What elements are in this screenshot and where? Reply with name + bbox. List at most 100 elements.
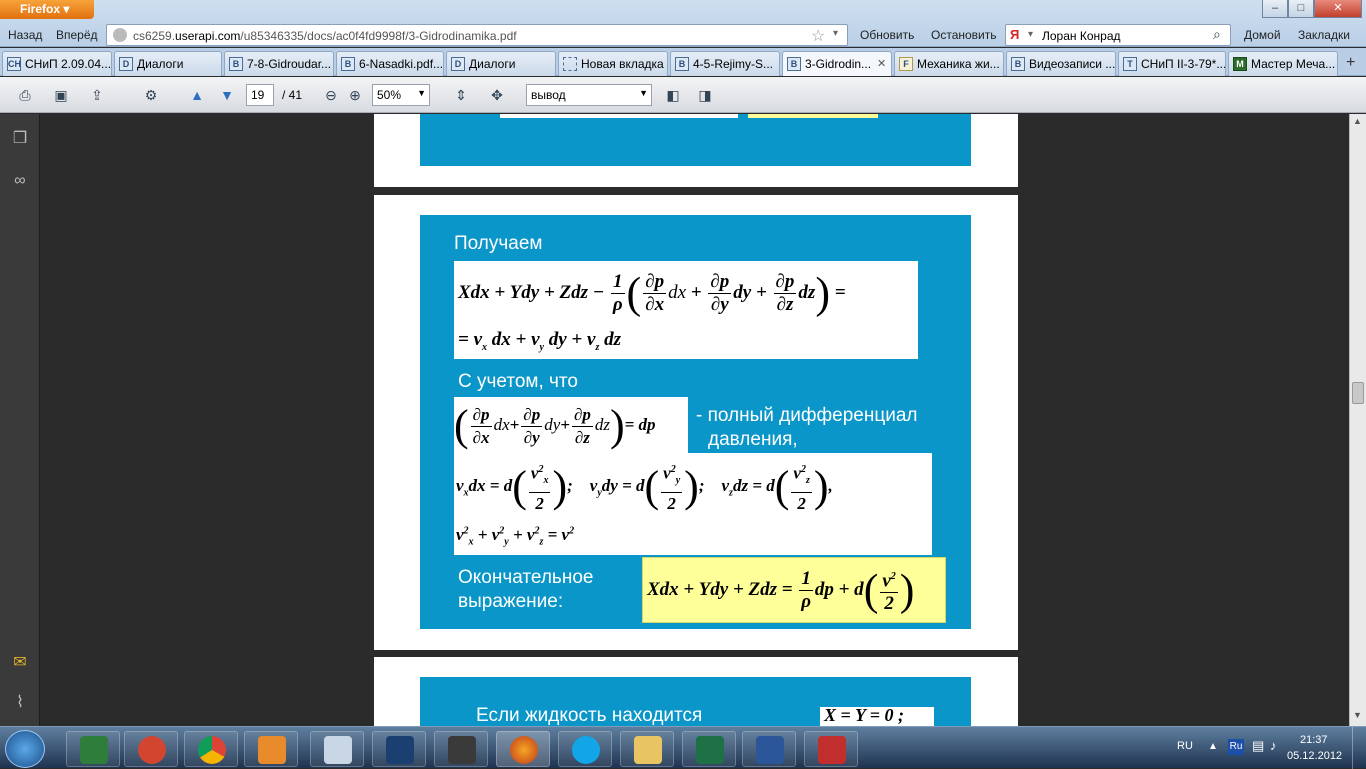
- scroll-up-arrow-icon[interactable]: ▲: [1353, 116, 1362, 126]
- tab-dialogs-1[interactable]: D Диалоги: [114, 51, 222, 76]
- search-engine-dropdown-icon[interactable]: ▾: [1028, 29, 1033, 40]
- close-window-button[interactable]: ✕: [1314, 0, 1362, 18]
- taskbar-app-calculator[interactable]: [310, 731, 364, 767]
- clock-date[interactable]: 05.12.2012: [1287, 750, 1342, 762]
- tab-rejimy[interactable]: B 4-5-Rejimy-S...: [670, 51, 780, 76]
- search-box[interactable]: Я ▾ Лоран Конрад ⌕: [1005, 24, 1231, 46]
- taskbar-app-player[interactable]: [244, 731, 298, 767]
- firefox-menu-button[interactable]: Firefox ▾: [0, 0, 94, 19]
- tab-snip-2[interactable]: СН СНиП 2.09.04...: [2, 51, 112, 76]
- network-icon[interactable]: ▤: [1252, 738, 1264, 754]
- superscript: 2: [534, 525, 540, 537]
- taskbar-app-skype[interactable]: [558, 731, 612, 767]
- tab-close-icon[interactable]: ✕: [877, 57, 886, 70]
- tab-new-tab[interactable]: Новая вкладка: [558, 51, 668, 76]
- attachment-paperclip-icon[interactable]: ⌇: [10, 692, 30, 712]
- plus-sign: +: [690, 282, 702, 303]
- tab-gidroudar[interactable]: B 7-8-Gidroudar...: [224, 51, 334, 76]
- fit-width-icon[interactable]: ⇕: [450, 85, 472, 105]
- home-button[interactable]: Домой: [1244, 28, 1281, 42]
- site-identity-icon[interactable]: [113, 28, 127, 42]
- superscript: 2: [538, 464, 544, 475]
- clock-time[interactable]: 21:37: [1300, 734, 1328, 746]
- taskbar-app-ccleaner[interactable]: [124, 731, 178, 767]
- partial-p-x: ∂p ∂x: [643, 271, 667, 316]
- tab-favicon: B: [675, 57, 689, 71]
- page-down-arrow-icon[interactable]: ▼: [216, 85, 238, 105]
- tab-label: Диалоги: [137, 57, 184, 71]
- velocity-magnitude-formula: v2x + v2y + v2z = v2: [456, 525, 574, 547]
- tab-snip-ii[interactable]: T СНиП II-3-79*...: [1118, 51, 1226, 76]
- search-icon[interactable]: ⌕: [1213, 26, 1221, 43]
- taskbar-app-explorer[interactable]: [620, 731, 674, 767]
- keyboard-layout-icon[interactable]: Ru: [1228, 739, 1244, 755]
- comments-icon[interactable]: ✉: [10, 652, 30, 672]
- plus-sign: +: [560, 415, 570, 434]
- fit-page-icon[interactable]: ✥: [486, 85, 508, 105]
- url-bar[interactable]: cs6259.userapi.com/u85346335/docs/ac0f4f…: [106, 24, 848, 46]
- page-number-input[interactable]: 19: [246, 84, 274, 106]
- formula-part: + v: [512, 525, 535, 544]
- formula-euler-integration: Xdx + Ydy + Zdz − 1 ρ(∂p ∂x dx + ∂p ∂y dy + ∂…: [454, 261, 918, 359]
- superscript: 2: [670, 464, 676, 475]
- minimize-button[interactable]: –: [1262, 0, 1288, 18]
- scrollbar-thumb[interactable]: [1352, 382, 1364, 404]
- chrome-icon: [198, 736, 226, 764]
- tab-master-mecha[interactable]: M Мастер Меча...: [1228, 51, 1338, 76]
- slide-main: Получаем Xdx + Ydy + Zdz − 1 ρ(∂p ∂x dx + ∂…: [420, 215, 971, 629]
- formula1-rhs: = vx dx + vy dy + vz dz: [458, 329, 621, 353]
- taskbar-app-autocad[interactable]: [804, 731, 858, 767]
- taskbar-app-chrome[interactable]: [184, 731, 238, 767]
- stop-button[interactable]: Остановить: [931, 28, 997, 42]
- language-indicator[interactable]: RU: [1177, 740, 1193, 752]
- zoom-out-icon[interactable]: ⊖: [320, 85, 342, 105]
- maximize-button[interactable]: □: [1288, 0, 1314, 18]
- pages-thumbnail-icon[interactable]: ❒: [10, 128, 30, 148]
- paren-right: ): [899, 565, 915, 615]
- taskbar-app-mpc[interactable]: [434, 731, 488, 767]
- chevron-down-icon: ▼: [639, 88, 648, 98]
- taskbar-app-firefox[interactable]: [496, 731, 550, 767]
- share-icon[interactable]: ⇪: [86, 85, 108, 105]
- fraction-denominator: 2: [535, 494, 544, 514]
- back-button[interactable]: Назад: [8, 28, 42, 42]
- refresh-button[interactable]: Обновить: [860, 28, 914, 42]
- tab-videozapisi[interactable]: B Видеозаписи ...: [1006, 51, 1116, 76]
- settings-gear-icon[interactable]: ⚙: [140, 85, 162, 105]
- show-desktop-button[interactable]: [1352, 727, 1366, 769]
- windows-start-button[interactable]: [5, 730, 45, 768]
- save-icon[interactable]: ▣: [50, 85, 72, 105]
- taskbar-app-word[interactable]: [742, 731, 796, 767]
- tab-dialogs-2[interactable]: D Диалоги: [446, 51, 556, 76]
- taskbar-app-kmplayer[interactable]: [372, 731, 426, 767]
- zoom-select[interactable]: 50% ▼: [372, 84, 430, 106]
- binoculars-icon[interactable]: ∞: [10, 172, 30, 192]
- vertical-scrollbar[interactable]: ▲ ▼: [1349, 114, 1366, 726]
- taskbar-app-monitor[interactable]: [66, 731, 120, 767]
- tray-expand-icon[interactable]: ▲: [1208, 741, 1218, 752]
- page-up-arrow-icon[interactable]: ▲: [186, 85, 208, 105]
- find-previous-icon[interactable]: ◧: [662, 85, 684, 105]
- print-icon[interactable]: ⎙: [14, 85, 36, 105]
- yandex-icon[interactable]: Я: [1010, 27, 1024, 43]
- previous-formula-box: [500, 114, 738, 118]
- new-tab-button[interactable]: +: [1346, 54, 1355, 72]
- tab-mekhanika[interactable]: F Механика жи...: [894, 51, 1004, 76]
- subscript: z: [539, 536, 544, 548]
- forward-button[interactable]: Вперёд: [56, 28, 98, 42]
- zoom-in-icon[interactable]: ⊕: [344, 85, 366, 105]
- search-input[interactable]: Лоран Конрад: [1042, 29, 1121, 43]
- bookmark-star-icon[interactable]: ☆: [811, 26, 825, 46]
- taskbar-app-excel[interactable]: [682, 731, 736, 767]
- scroll-down-arrow-icon[interactable]: ▼: [1353, 710, 1362, 720]
- find-next-icon[interactable]: ◨: [694, 85, 716, 105]
- tab-nasadki[interactable]: B 6-Nasadki.pdf...: [336, 51, 444, 76]
- url-dropdown-icon[interactable]: ▾: [833, 28, 838, 39]
- bookmarks-button[interactable]: Закладки: [1298, 28, 1350, 42]
- formula-part: dz: [604, 329, 621, 350]
- tab-gidrodinamika-active[interactable]: B 3-Gidrodin... ✕: [782, 51, 892, 76]
- volume-icon[interactable]: ♪: [1270, 738, 1277, 753]
- fraction-denominator: ∂y: [523, 427, 540, 447]
- paren-left: (: [512, 462, 527, 512]
- search-mode-select[interactable]: вывод ▼: [526, 84, 652, 106]
